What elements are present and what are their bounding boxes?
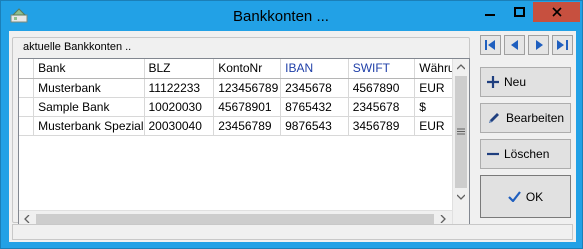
horizontal-scroll-thumb[interactable] bbox=[36, 214, 434, 224]
accounts-group: aktuelle Bankkonten .. Bank BLZ KontoNr … bbox=[12, 37, 470, 228]
column-header-blz[interactable]: BLZ bbox=[144, 59, 215, 79]
accounts-grid[interactable]: Bank BLZ KontoNr IBAN SWIFT Währung Must… bbox=[18, 58, 470, 228]
cell-kontonr: 45678901 bbox=[213, 97, 282, 117]
delete-button-label: Löschen bbox=[504, 147, 550, 161]
new-button-label: Neu bbox=[504, 75, 527, 89]
scroll-up-icon[interactable] bbox=[457, 64, 465, 70]
accounts-table: Bank BLZ KontoNr IBAN SWIFT Währung Must… bbox=[19, 59, 469, 136]
cell-bank: Musterbank Spezial bbox=[33, 116, 145, 136]
column-header-swift[interactable]: SWIFT bbox=[348, 59, 416, 79]
table-row[interactable]: Musterbank Spezial 20030040 23456789 987… bbox=[19, 116, 469, 136]
cell-bank: Musterbank bbox=[33, 78, 145, 98]
plus-icon bbox=[487, 76, 499, 88]
last-icon bbox=[557, 40, 568, 50]
scroll-down-icon[interactable] bbox=[457, 194, 465, 200]
group-label: aktuelle Bankkonten .. bbox=[21, 41, 134, 53]
row-selector[interactable] bbox=[19, 97, 35, 117]
first-icon bbox=[485, 40, 495, 50]
table-header-row: Bank BLZ KontoNr IBAN SWIFT Währung bbox=[19, 59, 469, 79]
cell-iban: 9876543 bbox=[280, 116, 349, 136]
cell-blz: 20030040 bbox=[144, 116, 215, 136]
scroll-right-icon[interactable] bbox=[440, 215, 446, 223]
minimize-icon bbox=[485, 14, 495, 16]
checkmark-icon bbox=[508, 191, 521, 202]
next-icon bbox=[535, 40, 543, 50]
scroll-left-icon[interactable] bbox=[24, 215, 30, 223]
ok-button-label: OK bbox=[525, 189, 544, 204]
column-header-iban[interactable]: IBAN bbox=[280, 59, 349, 79]
title-bar[interactable]: Bankkonten ... bbox=[1, 1, 582, 31]
minus-icon bbox=[487, 152, 499, 156]
row-selector[interactable] bbox=[19, 116, 35, 136]
column-header-kontonr[interactable]: KontoNr bbox=[213, 59, 282, 79]
bank-accounts-window: Bankkonten ... aktuelle Bankkonten .. Ba… bbox=[0, 0, 583, 249]
next-record-button[interactable] bbox=[528, 35, 549, 55]
close-button[interactable] bbox=[533, 2, 580, 22]
cell-blz: 11122233 bbox=[144, 78, 215, 98]
maximize-button[interactable] bbox=[504, 2, 534, 22]
column-header-bank[interactable]: Bank bbox=[33, 59, 145, 79]
delete-button[interactable]: Löschen bbox=[480, 139, 571, 169]
cell-swift: 3456789 bbox=[348, 116, 416, 136]
cell-kontonr: 23456789 bbox=[213, 116, 282, 136]
status-bar bbox=[12, 224, 573, 240]
row-selector[interactable] bbox=[19, 78, 35, 98]
row-selector-header bbox=[19, 59, 35, 79]
edit-button-label: Bearbeiten bbox=[506, 111, 565, 125]
maximize-icon bbox=[513, 7, 525, 17]
vertical-scrollbar[interactable] bbox=[452, 59, 469, 227]
cell-iban: 2345678 bbox=[280, 78, 349, 98]
cell-kontonr: 123456789 bbox=[213, 78, 282, 98]
table-row[interactable]: Sample Bank 10020030 45678901 8765432 23… bbox=[19, 97, 469, 117]
cell-bank: Sample Bank bbox=[33, 97, 145, 117]
ok-button[interactable]: OK bbox=[480, 175, 571, 218]
cell-swift: 4567890 bbox=[348, 78, 416, 98]
first-record-button[interactable] bbox=[480, 35, 501, 55]
cell-iban: 8765432 bbox=[280, 97, 349, 117]
client-area: aktuelle Bankkonten .. Bank BLZ KontoNr … bbox=[9, 31, 576, 242]
last-record-button[interactable] bbox=[552, 35, 573, 55]
table-row[interactable]: Musterbank 11122233 123456789 2345678 45… bbox=[19, 78, 469, 98]
pencil-icon bbox=[489, 113, 499, 123]
cell-swift: 2345678 bbox=[348, 97, 416, 117]
minimize-button[interactable] bbox=[475, 2, 505, 22]
new-button[interactable]: Neu bbox=[480, 67, 571, 97]
grip-icon bbox=[457, 128, 465, 135]
previous-icon bbox=[510, 40, 518, 50]
edit-button[interactable]: Bearbeiten bbox=[480, 103, 571, 133]
close-icon bbox=[551, 7, 562, 17]
previous-record-button[interactable] bbox=[504, 35, 525, 55]
cell-blz: 10020030 bbox=[144, 97, 215, 117]
vertical-scroll-thumb[interactable] bbox=[455, 76, 467, 188]
